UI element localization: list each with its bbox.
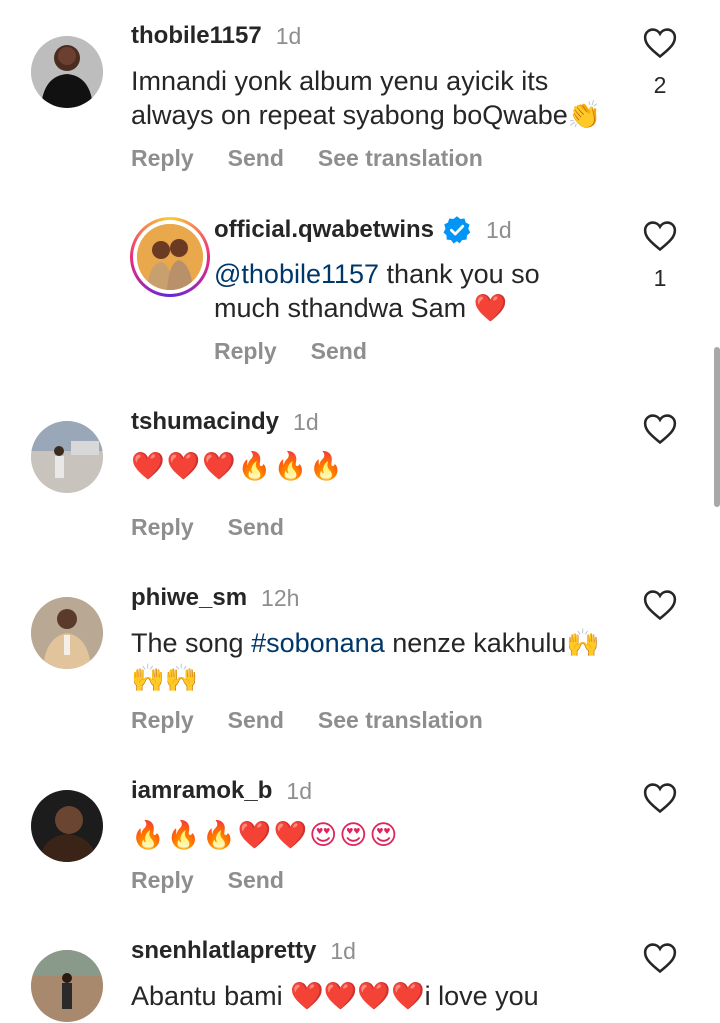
timestamp: 12h	[261, 584, 300, 611]
avatar[interactable]	[130, 217, 210, 297]
username[interactable]: tshumacindy	[131, 408, 279, 436]
timestamp: 1d	[286, 777, 312, 804]
comment-text: Imnandi yonk album yenu ayicik its alway…	[131, 66, 602, 131]
timestamp: 1d	[486, 216, 512, 243]
verified-badge-icon	[442, 215, 472, 245]
heart-emoji: ❤️❤️❤️❤️	[290, 981, 425, 1012]
timestamp: 1d	[275, 22, 302, 49]
avatar[interactable]	[31, 950, 103, 1022]
send-button[interactable]: Send	[228, 514, 284, 541]
heart-icon[interactable]	[643, 413, 677, 445]
avatar[interactable]	[31, 790, 103, 862]
heart-icon[interactable]	[643, 589, 677, 621]
username[interactable]: official.qwabetwins	[214, 216, 434, 244]
hashtag-link[interactable]: #sobonana	[251, 628, 385, 658]
username[interactable]: iamramok_b	[131, 777, 272, 805]
send-button[interactable]: Send	[311, 338, 367, 365]
mention-link[interactable]: @thobile1157	[214, 259, 379, 289]
send-button[interactable]: Send	[228, 707, 284, 734]
timestamp: 1d	[293, 408, 319, 435]
reply-button[interactable]: Reply	[131, 867, 194, 894]
reply-button[interactable]: Reply	[131, 145, 194, 172]
timestamp: 1d	[330, 937, 356, 964]
heart-icon[interactable]	[643, 220, 677, 252]
scrollbar[interactable]	[714, 347, 720, 507]
like-count[interactable]: 1	[643, 265, 677, 292]
avatar[interactable]	[31, 36, 103, 108]
reply-button[interactable]: Reply	[131, 707, 194, 734]
send-button[interactable]: Send	[228, 867, 284, 894]
comment-text: ❤️❤️❤️🔥🔥🔥	[131, 451, 345, 482]
username[interactable]: thobile1157	[131, 22, 262, 50]
comment-text: The song #sobonana nenze kakhulu🙌 🙌🙌	[131, 628, 600, 694]
heart-emoji: ❤️	[473, 293, 508, 324]
heart-icon[interactable]	[643, 27, 677, 59]
username[interactable]: snenhlatlapretty	[131, 937, 316, 965]
see-translation-button[interactable]: See translation	[318, 707, 483, 734]
comment-text: 🔥🔥🔥❤️❤️😍😍😍	[131, 820, 400, 851]
reply-button[interactable]: Reply	[131, 514, 194, 541]
raising-hands-emoji: 🙌🙌	[131, 663, 199, 694]
comment-text: Abantu bami ❤️❤️❤️❤️i love you	[131, 981, 539, 1012]
reply-button[interactable]: Reply	[214, 338, 277, 365]
heart-icon[interactable]	[643, 942, 677, 974]
clap-emoji: 👏	[567, 100, 602, 131]
heart-icon[interactable]	[643, 782, 677, 814]
like-count[interactable]: 2	[643, 72, 677, 99]
raising-hands-emoji: 🙌	[566, 628, 600, 659]
see-translation-button[interactable]: See translation	[318, 145, 483, 172]
send-button[interactable]: Send	[228, 145, 284, 172]
username[interactable]: phiwe_sm	[131, 584, 247, 612]
avatar[interactable]	[31, 597, 103, 669]
avatar[interactable]	[31, 421, 103, 493]
comment-text: @thobile1157 thank you so much sthandwa …	[214, 259, 540, 324]
